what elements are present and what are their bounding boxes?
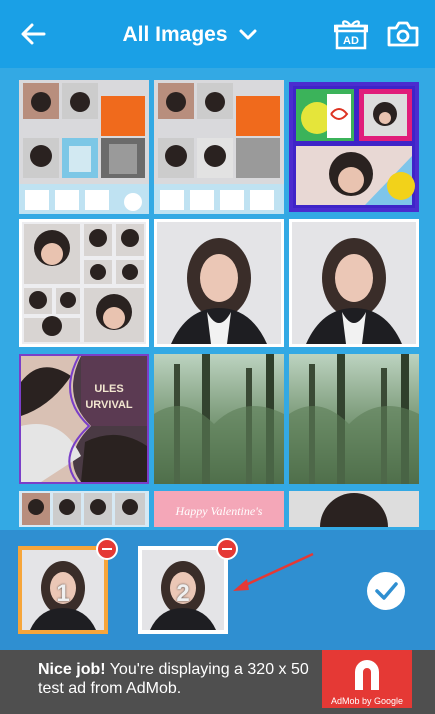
admob-logo[interactable]: AdMob by Google xyxy=(322,650,412,708)
portrait-thumbnail xyxy=(289,491,419,527)
gallery-tile[interactable] xyxy=(289,354,419,484)
selection-number: 2 xyxy=(176,580,190,607)
valentine-text: Happy Valentine's xyxy=(175,504,263,518)
arrow-left-icon xyxy=(21,23,46,45)
app-screen: All Images AD ULES URVIVAL Happy Valenti… xyxy=(0,0,435,714)
collage-thumbnail xyxy=(19,80,149,214)
ad-headline: Nice job! xyxy=(38,661,106,678)
sticker-collage-thumbnail xyxy=(293,86,415,208)
camera-icon xyxy=(387,21,419,47)
gift-ad-icon: AD xyxy=(333,20,369,50)
page-title: All Images xyxy=(122,23,228,46)
selected-image-1[interactable]: 1 xyxy=(18,546,108,634)
album-selector[interactable]: All Images xyxy=(100,18,280,52)
svg-text:URVIVAL: URVIVAL xyxy=(85,399,133,411)
portrait-thumbnail xyxy=(157,222,281,344)
gallery-tile[interactable] xyxy=(19,80,149,214)
curved-collage-thumbnail: ULES URVIVAL xyxy=(21,356,147,482)
portrait-thumbnail xyxy=(292,222,416,344)
chevron-down-icon xyxy=(239,29,257,40)
gallery-tile[interactable]: Happy Valentine's xyxy=(154,491,284,527)
gift-ad-button[interactable]: AD xyxy=(333,17,369,51)
confirm-selection-button[interactable] xyxy=(367,572,405,610)
gallery-tile[interactable] xyxy=(154,354,284,484)
svg-text:ULES: ULES xyxy=(94,383,123,395)
selected-image-2[interactable]: 2 xyxy=(138,546,228,634)
top-bar: All Images AD xyxy=(0,0,435,68)
checkmark-icon xyxy=(375,582,398,600)
admob-caption: AdMob by Google xyxy=(330,696,404,706)
gallery-tile[interactable] xyxy=(19,491,149,527)
annotation-arrow xyxy=(233,552,314,591)
gallery-tile[interactable] xyxy=(289,82,419,212)
forest-thumbnail xyxy=(154,354,284,484)
remove-selected-1-button[interactable] xyxy=(96,538,118,560)
back-button[interactable] xyxy=(16,18,52,50)
camera-button[interactable] xyxy=(385,18,421,50)
valentine-thumbnail: Happy Valentine's xyxy=(154,491,284,527)
gallery-tile[interactable] xyxy=(154,80,284,214)
forest-thumbnail xyxy=(289,354,419,484)
ad-text: Nice job! You're displaying a 320 x 50 t… xyxy=(38,660,318,698)
collage-thumbnail xyxy=(154,80,284,214)
photo-collage-thumbnail xyxy=(22,222,146,344)
admob-icon xyxy=(355,660,379,690)
gallery-tile[interactable]: ULES URVIVAL xyxy=(19,354,149,484)
image-grid: ULES URVIVAL Happy Valentine's xyxy=(0,68,435,530)
gallery-tile[interactable] xyxy=(154,219,284,347)
selection-number: 1 xyxy=(56,580,70,607)
gift-ad-label: AD xyxy=(343,35,359,47)
gallery-tile[interactable] xyxy=(19,219,149,347)
gallery-tile[interactable] xyxy=(289,219,419,347)
collage-thumbnail xyxy=(19,491,149,527)
gallery-tile[interactable] xyxy=(289,491,419,527)
